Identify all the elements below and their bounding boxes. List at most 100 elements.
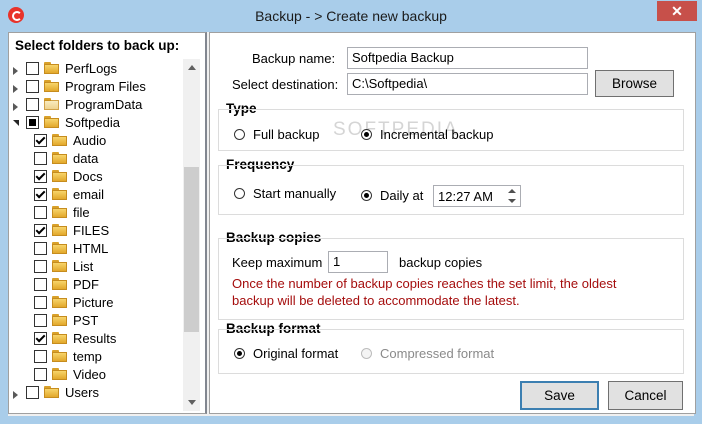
folder-panel-header: Select folders to back up: — [15, 38, 180, 53]
original-format-radio[interactable]: Original format — [234, 346, 338, 361]
folder-tree-item[interactable]: Video — [34, 365, 106, 383]
expand-arrow-icon[interactable] — [13, 64, 22, 75]
collapse-arrow-icon[interactable] — [13, 118, 22, 127]
backup-window: Backup - > Create new backup ✕ Select fo… — [0, 0, 702, 424]
expand-arrow-icon[interactable] — [13, 100, 22, 111]
folder-tree[interactable]: PerfLogs Program Files ProgramData Softpedi… — [9, 59, 182, 409]
scroll-thumb[interactable] — [184, 167, 199, 332]
folder-icon — [52, 314, 67, 326]
cancel-button[interactable]: Cancel — [608, 381, 683, 410]
incremental-backup-radio[interactable]: Incremental backup — [361, 127, 493, 142]
radio-indicator — [234, 129, 245, 140]
folder-tree-item[interactable]: PST — [34, 311, 98, 329]
save-button[interactable]: Save — [520, 381, 599, 410]
folder-tree-item[interactable]: Results — [34, 329, 116, 347]
folder-checkbox[interactable] — [26, 115, 39, 129]
folder-tree-item[interactable]: Users — [13, 383, 99, 401]
folder-label: Picture — [73, 294, 114, 310]
folder-tree-item[interactable]: List — [34, 257, 93, 275]
folder-checkbox[interactable] — [34, 241, 47, 255]
folder-tree-item[interactable]: PDF — [34, 275, 99, 293]
folder-label: Users — [65, 384, 99, 400]
warning-line-1: Once the number of backup copies reaches… — [232, 276, 617, 291]
backup-name-input[interactable]: Softpedia Backup — [347, 47, 588, 69]
full-backup-label: Full backup — [253, 127, 320, 142]
folder-checkbox[interactable] — [26, 97, 39, 111]
spin-down-arrow-icon[interactable] — [505, 196, 519, 205]
folder-checkbox[interactable] — [34, 349, 47, 363]
folder-label: file — [73, 204, 90, 220]
folder-tree-item[interactable]: email — [34, 185, 104, 203]
scroll-down-arrow-icon[interactable] — [183, 394, 200, 411]
folder-checkbox[interactable] — [34, 133, 47, 147]
folder-label: Results — [73, 330, 117, 346]
folder-icon — [44, 98, 59, 110]
compressed-format-label: Compressed format — [380, 346, 495, 361]
folder-checkbox[interactable] — [34, 277, 47, 291]
folder-checkbox[interactable] — [34, 331, 47, 345]
expand-arrow-icon[interactable] — [13, 82, 22, 93]
folder-label: data — [73, 150, 99, 166]
folder-tree-item[interactable]: Softpedia — [13, 113, 120, 131]
folder-tree-item[interactable]: HTML — [34, 239, 108, 257]
warning-line-2: backup will be deleted to accommodate th… — [232, 293, 520, 308]
expand-arrow-icon[interactable] — [13, 388, 22, 399]
daily-time-picker[interactable]: 12:27 AM — [433, 185, 521, 207]
destination-input[interactable]: C:\Softpedia\ — [347, 73, 588, 95]
folder-icon — [52, 242, 67, 254]
title-bar: Backup - > Create new backup ✕ — [0, 0, 702, 32]
folder-tree-item[interactable]: Program Files — [13, 77, 146, 95]
folder-tree-item[interactable]: ProgramData — [13, 95, 142, 113]
max-copies-input[interactable]: 1 — [328, 251, 388, 273]
folder-icon — [52, 332, 67, 344]
start-manually-radio[interactable]: Start manually — [234, 186, 336, 201]
folder-icon — [52, 278, 67, 290]
folder-icon — [52, 350, 67, 362]
folder-panel: Select folders to back up: PerfLogs Progr… — [8, 32, 207, 414]
folder-checkbox[interactable] — [26, 385, 39, 399]
close-button[interactable]: ✕ — [657, 1, 697, 21]
folder-label: temp — [73, 348, 102, 364]
folder-checkbox[interactable] — [34, 295, 47, 309]
dialog-body: Select folders to back up: PerfLogs Progr… — [8, 32, 696, 416]
folder-checkbox[interactable] — [26, 61, 39, 75]
incremental-backup-label: Incremental backup — [380, 127, 494, 142]
folder-tree-scrollbar[interactable] — [183, 59, 200, 411]
folder-tree-item[interactable]: FILES — [34, 221, 109, 239]
folder-label: Docs — [73, 168, 103, 184]
folder-tree-item[interactable]: PerfLogs — [13, 59, 117, 77]
folder-tree-item[interactable]: Docs — [34, 167, 103, 185]
folder-icon — [52, 368, 67, 380]
browse-button[interactable]: Browse — [595, 70, 674, 97]
folder-checkbox[interactable] — [26, 79, 39, 93]
folder-icon — [52, 260, 67, 272]
copies-warning-text: Once the number of backup copies reaches… — [232, 275, 672, 309]
folder-checkbox[interactable] — [34, 187, 47, 201]
folder-checkbox[interactable] — [34, 259, 47, 273]
folder-checkbox[interactable] — [34, 205, 47, 219]
keep-maximum-label: Keep maximum — [232, 255, 323, 270]
folder-checkbox[interactable] — [34, 313, 47, 327]
daily-time-value: 12:27 AM — [438, 189, 493, 204]
folder-tree-item[interactable]: data — [34, 149, 98, 167]
folder-tree-item[interactable]: Picture — [34, 293, 113, 311]
backup-name-label: Backup name: — [252, 51, 336, 66]
scroll-up-arrow-icon[interactable] — [183, 59, 200, 76]
full-backup-radio[interactable]: Full backup — [234, 127, 319, 142]
folder-checkbox[interactable] — [34, 367, 47, 381]
radio-indicator — [361, 348, 372, 359]
folder-checkbox[interactable] — [34, 223, 47, 237]
spin-up-arrow-icon[interactable] — [505, 187, 519, 196]
folder-tree-item[interactable]: temp — [34, 347, 102, 365]
daily-at-radio[interactable]: Daily at — [361, 188, 423, 203]
folder-label: Video — [73, 366, 107, 382]
folder-tree-item[interactable]: Audio — [34, 131, 106, 149]
folder-tree-item[interactable]: file — [34, 203, 90, 221]
folder-label: HTML — [73, 240, 109, 256]
folder-checkbox[interactable] — [34, 151, 47, 165]
settings-panel: Backup name: Softpedia Backup Select des… — [209, 32, 696, 414]
radio-indicator — [361, 129, 372, 140]
folder-label: Audio — [73, 132, 107, 148]
folder-checkbox[interactable] — [34, 169, 47, 183]
folder-label: PST — [73, 312, 99, 328]
